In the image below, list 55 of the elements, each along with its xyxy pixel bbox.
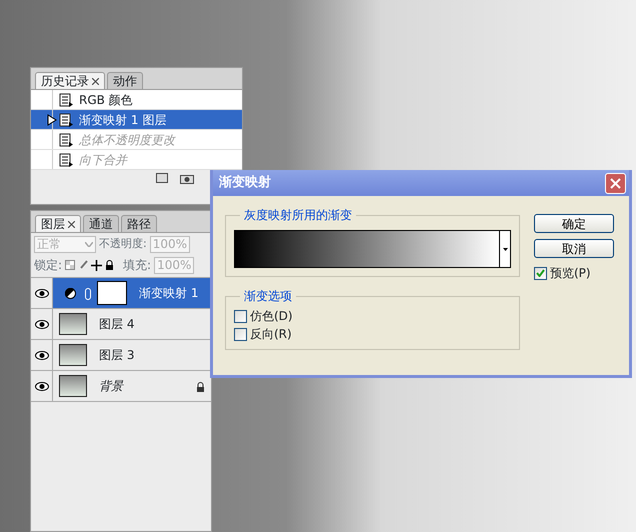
group-label: 灰度映射所用的渐变	[243, 208, 353, 222]
panel-tab[interactable]: 历史记录	[35, 72, 105, 89]
eye-icon[interactable]	[34, 350, 48, 360]
layer-name: 图层 3	[99, 347, 136, 364]
gradient-picker[interactable]	[234, 230, 511, 268]
dialog-button[interactable]: 确定	[534, 214, 614, 233]
layer-row[interactable]: 背景	[31, 371, 211, 402]
checkbox[interactable]: 反向(R)	[234, 325, 511, 343]
dialog-button[interactable]: 取消	[534, 239, 614, 258]
caret-icon	[85, 242, 93, 248]
adjustment-icon	[65, 288, 76, 300]
dialog-title: 渐变映射	[219, 174, 271, 192]
layer-thumbnail	[59, 313, 87, 335]
close-icon[interactable]	[68, 221, 75, 228]
lock-label: 锁定:	[34, 257, 62, 274]
close-button[interactable]	[605, 172, 626, 194]
checkbox[interactable]: 仿色(D)	[234, 307, 511, 325]
document-icon	[59, 113, 73, 128]
lock-icon[interactable]	[105, 260, 114, 270]
opacity-label: 不透明度:	[99, 236, 147, 252]
eye-icon[interactable]	[34, 382, 48, 390]
group-label: 渐变选项	[243, 289, 293, 303]
eye-icon[interactable]	[34, 320, 48, 328]
document-icon	[59, 153, 73, 168]
fill-label: 填充:	[123, 257, 152, 274]
history-state-marker-icon	[47, 114, 57, 126]
layer-row[interactable]: 图层 3	[31, 340, 211, 371]
panel-tab[interactable]: 通道	[83, 215, 119, 232]
layer-row[interactable]: 渐变映射 1	[31, 278, 211, 309]
layer-name: 渐变映射 1	[139, 285, 200, 302]
link-icon[interactable]	[85, 288, 91, 300]
brush-icon[interactable]	[78, 260, 88, 270]
move-icon[interactable]	[91, 260, 102, 270]
history-item[interactable]: RGB 颜色	[31, 90, 242, 110]
checkmark-icon	[536, 269, 545, 277]
new-document-icon[interactable]	[156, 173, 168, 183]
history-item[interactable]: 渐变映射 1 图层	[31, 110, 242, 130]
layer-name: 背景	[99, 378, 125, 395]
close-icon[interactable]	[92, 78, 99, 86]
eye-icon[interactable]	[34, 288, 48, 298]
document-icon	[59, 133, 73, 148]
caret-icon	[502, 248, 508, 250]
layer-thumbnail	[59, 344, 87, 366]
layer-row[interactable]: 图层 4	[31, 309, 211, 340]
document-icon	[59, 93, 73, 108]
layer-thumbnail	[59, 375, 87, 397]
close-icon	[610, 178, 621, 188]
panel-tab[interactable]: 动作	[107, 72, 143, 89]
panel-tab[interactable]: 图层	[35, 215, 81, 232]
camera-icon[interactable]	[180, 173, 194, 184]
preview-checkbox[interactable]: 预览(P)	[534, 264, 614, 282]
lock-transparency-icon[interactable]	[65, 260, 76, 270]
mask-thumbnail	[97, 281, 127, 305]
panel-tab[interactable]: 路径	[121, 215, 157, 232]
layer-name: 图层 4	[99, 316, 136, 333]
